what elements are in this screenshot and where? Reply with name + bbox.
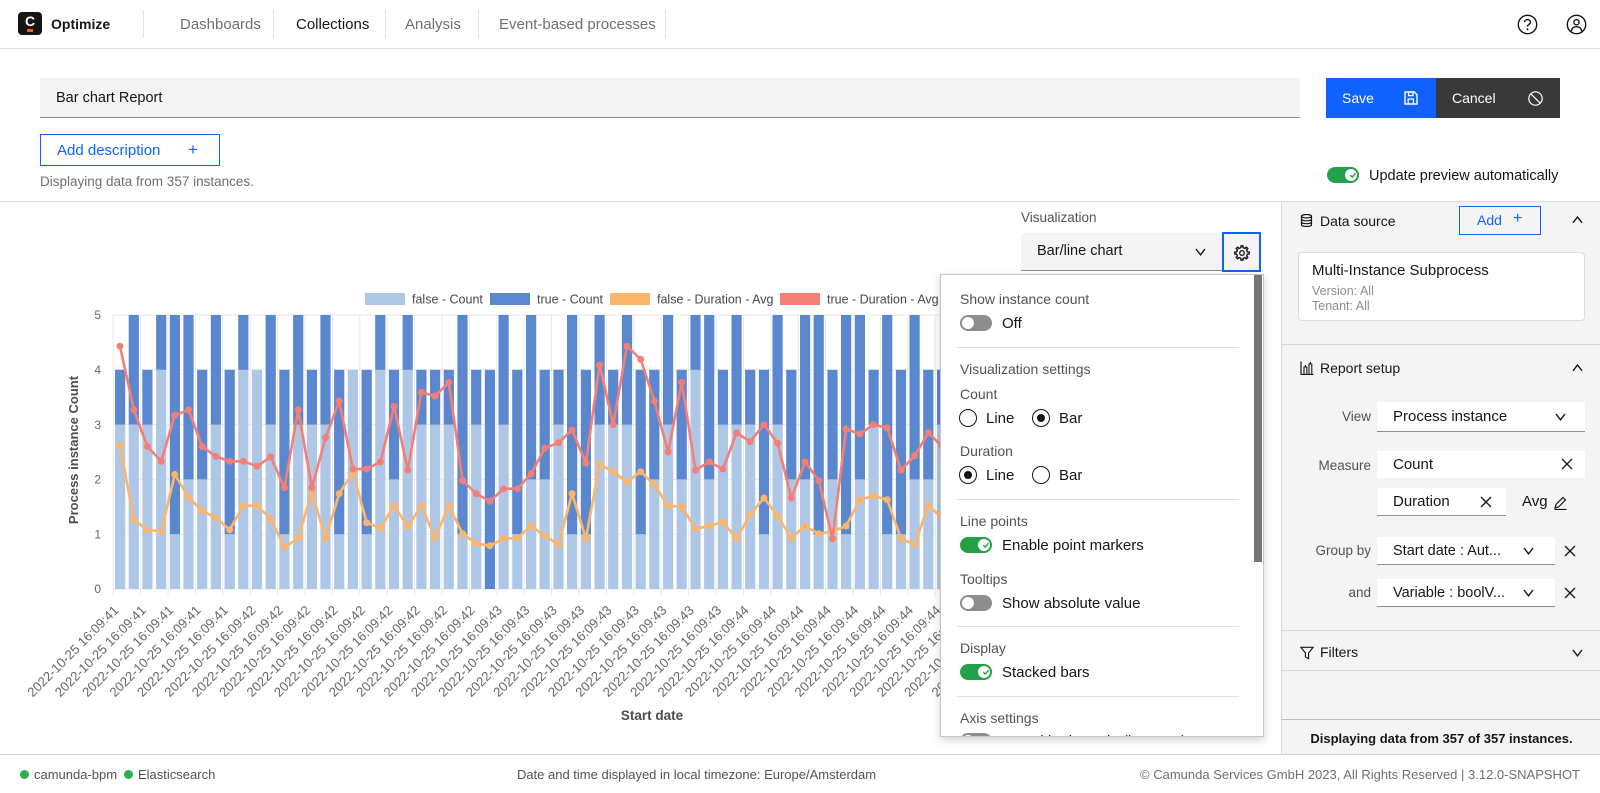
svg-text:Start date: Start date <box>621 708 684 723</box>
svg-text:1: 1 <box>94 527 101 541</box>
svg-text:3: 3 <box>94 418 101 432</box>
svg-text:false - Count: false - Count <box>412 293 483 307</box>
svg-text:2: 2 <box>94 473 101 487</box>
svg-text:true - Count: true - Count <box>537 293 604 307</box>
svg-text:true - Duration - Avg: true - Duration - Avg <box>827 293 939 307</box>
svg-text:false - Duration - Avg: false - Duration - Avg <box>657 293 774 307</box>
svg-text:4: 4 <box>94 363 101 377</box>
svg-text:0: 0 <box>94 582 101 596</box>
svg-text:5: 5 <box>94 308 101 322</box>
svg-text:Process instance Count: Process instance Count <box>66 375 81 524</box>
